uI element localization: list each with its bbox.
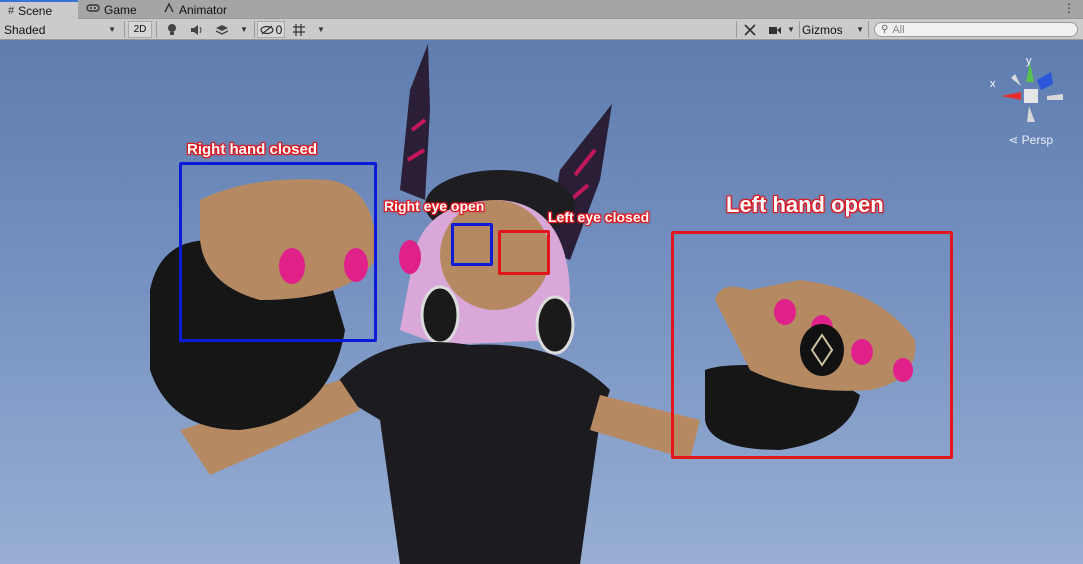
tab-scene[interactable]: # Scene bbox=[0, 0, 78, 19]
chevron-down-icon: ▼ bbox=[317, 25, 325, 34]
z-axis-cone bbox=[1037, 72, 1053, 90]
divider bbox=[156, 21, 157, 38]
lighting-toggle-button[interactable] bbox=[162, 19, 182, 40]
hidden-count: 0 bbox=[275, 22, 283, 37]
left-hand-open-box bbox=[671, 231, 953, 459]
grid-dropdown[interactable]: ▼ bbox=[313, 19, 329, 40]
tab-game[interactable]: Game bbox=[86, 0, 137, 19]
gizmo-x-label: x bbox=[990, 78, 996, 90]
gizmos-label: Gizmos bbox=[802, 22, 843, 37]
scene-viewport[interactable]: y x ⋖ Persp Right hand closed Right eye … bbox=[0, 40, 1083, 564]
search-icon: ⚲ bbox=[881, 24, 889, 35]
projection-label: Persp bbox=[1021, 133, 1053, 147]
2d-label: 2D bbox=[133, 24, 147, 35]
layers-icon bbox=[215, 24, 229, 35]
chevron-down-icon: ▼ bbox=[856, 25, 864, 34]
divider bbox=[736, 21, 737, 38]
window-tab-bar: # Scene Game Animator ⋮ bbox=[0, 0, 1083, 19]
camera-icon bbox=[769, 26, 781, 34]
tab-game-label: Game bbox=[104, 2, 137, 17]
grid-snap-icon bbox=[293, 23, 305, 36]
right-hand-closed-label: Right hand closed bbox=[187, 141, 318, 158]
tab-animator-label: Animator bbox=[179, 2, 228, 17]
effects-toggle-button[interactable] bbox=[212, 19, 232, 40]
scene-visibility-toggle[interactable]: 0 bbox=[257, 21, 285, 38]
gizmos-dropdown[interactable]: Gizmos ▼ bbox=[802, 19, 866, 40]
right-hand-closed-box bbox=[179, 162, 377, 342]
chevron-down-icon: ▼ bbox=[108, 25, 116, 34]
orientation-gizmo[interactable] bbox=[985, 52, 1080, 142]
x-axis-cone bbox=[1001, 92, 1021, 100]
tools-button[interactable] bbox=[740, 19, 760, 40]
camera-button[interactable] bbox=[765, 19, 785, 40]
projection-toggle[interactable]: ⋖ Persp bbox=[1008, 133, 1053, 147]
gizmo-y-label: y bbox=[1026, 55, 1032, 67]
speaker-icon bbox=[191, 24, 202, 35]
grid-icon: # bbox=[8, 4, 15, 17]
gamepad-icon bbox=[86, 3, 100, 16]
camera-dropdown[interactable]: ▼ bbox=[784, 19, 798, 40]
animator-icon bbox=[163, 2, 175, 17]
2d-toggle-button[interactable]: 2D bbox=[128, 21, 152, 38]
chevron-down-icon: ▼ bbox=[240, 25, 248, 34]
tab-animator[interactable]: Animator bbox=[163, 0, 227, 19]
right-eye-open-box bbox=[451, 223, 493, 266]
search-input[interactable]: ⚲ All bbox=[874, 22, 1078, 37]
left-hand-open-label: Left hand open bbox=[726, 192, 884, 217]
divider bbox=[799, 21, 800, 38]
grid-toggle-button[interactable] bbox=[289, 19, 309, 40]
effects-dropdown[interactable]: ▼ bbox=[236, 19, 252, 40]
more-options-icon[interactable]: ⋮ bbox=[1063, 1, 1075, 15]
tools-icon bbox=[744, 23, 756, 36]
divider bbox=[254, 21, 255, 38]
search-placeholder: All bbox=[892, 23, 905, 36]
shading-mode-dropdown[interactable]: Shaded ▼ bbox=[4, 19, 120, 40]
left-eye-closed-label: Left eye closed bbox=[548, 209, 650, 225]
divider bbox=[868, 21, 869, 38]
divider bbox=[124, 21, 125, 38]
lightbulb-icon bbox=[168, 23, 176, 35]
hidden-eye-icon bbox=[260, 25, 274, 34]
left-eye-closed-box bbox=[498, 230, 550, 275]
perspective-icon: ⋖ bbox=[1008, 133, 1019, 147]
shading-mode-label: Shaded bbox=[4, 22, 46, 37]
chevron-down-icon: ▼ bbox=[787, 25, 795, 34]
audio-toggle-button[interactable] bbox=[187, 19, 207, 40]
right-eye-open-label: Right eye open bbox=[384, 198, 485, 214]
tab-scene-label: Scene bbox=[18, 3, 53, 18]
